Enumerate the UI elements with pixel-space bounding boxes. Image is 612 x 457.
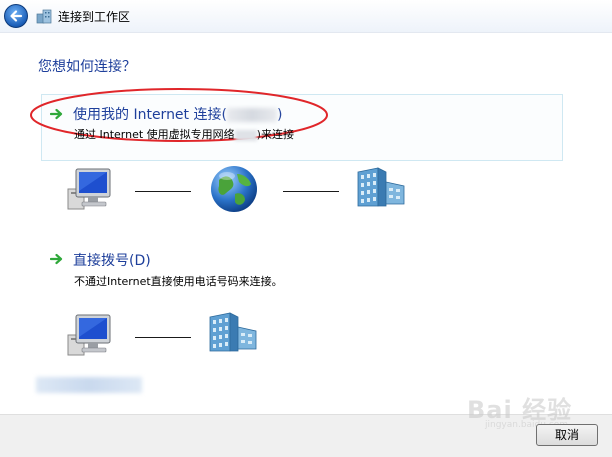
globe-icon (211, 166, 257, 212)
redacted-link[interactable] (36, 377, 142, 393)
internet-option-description: 通过 Internet 使用虚拟专用网络)来连接 (74, 128, 294, 141)
connector-line (135, 337, 191, 338)
back-arrow-icon (10, 10, 23, 22)
green-arrow-icon (50, 253, 63, 265)
redacted-text (226, 108, 277, 122)
title-bar: 连接到工作区 (0, 0, 612, 33)
internet-option-title[interactable]: 使用我的 Internet 连接() (73, 104, 282, 124)
office-building-icon (209, 312, 257, 352)
connector-line (283, 191, 339, 192)
computer-icon (67, 168, 111, 210)
back-button[interactable] (4, 4, 28, 28)
office-building-icon (357, 167, 405, 207)
cancel-button[interactable]: 取消 (536, 424, 598, 446)
green-arrow-icon (50, 108, 63, 120)
workplace-icon (36, 9, 52, 24)
redacted-text (234, 129, 257, 141)
dial-direct-option-title[interactable]: 直接拨号(D) (73, 250, 151, 270)
window-title: 连接到工作区 (58, 10, 131, 24)
dial-direct-option-description: 不通过Internet直接使用电话号码来连接。 (74, 275, 283, 288)
computer-icon (67, 314, 111, 356)
page-heading: 您想如何连接？ (38, 59, 136, 75)
connector-line (135, 191, 191, 192)
